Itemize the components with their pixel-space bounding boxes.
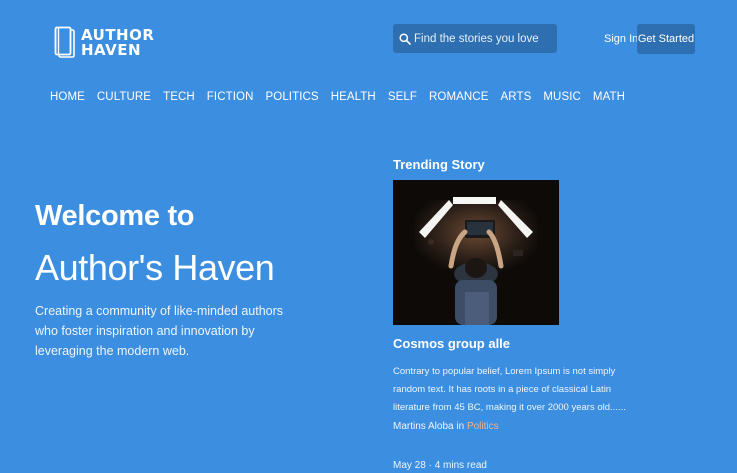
trending-story-meta: May 28 · 4 mins read [393,460,487,471]
story-date: May 28 [393,460,426,471]
nav-item-fiction[interactable]: FICTION [207,91,254,103]
nav-item-arts[interactable]: ARTS [500,91,531,103]
nav-item-tech[interactable]: TECH [163,91,195,103]
nav-item-romance[interactable]: ROMANCE [429,91,488,103]
nav-item-self[interactable]: SELF [388,91,417,103]
meta-separator: · [428,460,432,471]
search-icon [399,32,411,45]
nav-item-health[interactable]: HEALTH [331,91,376,103]
read-time: 4 mins read [434,460,487,471]
search-input[interactable] [414,32,554,45]
nav-item-music[interactable]: MUSIC [543,91,581,103]
hero-title: Author's Haven [35,247,275,288]
trending-story-image[interactable] [393,180,559,325]
logo-text: AUTHOR HAVEN [81,28,154,58]
page: AUTHOR HAVEN Sign In Get Started HOME CU… [0,0,737,473]
book-logo-icon [54,26,75,58]
trending-heading: Trending Story [393,157,485,172]
hero-description: Creating a community of like-minded auth… [35,304,284,358]
logo-line-2: HAVEN [81,41,142,59]
search-bar[interactable] [393,24,557,53]
category-nav: HOME CULTURE TECH FICTION POLITICS HEALT… [50,91,637,103]
hero-welcome-text: Welcome to [35,200,195,232]
nav-item-culture[interactable]: CULTURE [97,91,151,103]
category-link[interactable]: Politics [467,421,499,432]
site-logo[interactable]: AUTHOR HAVEN [54,26,154,60]
trending-story-excerpt: Contrary to popular belief, Lorem Ipsum … [393,366,626,413]
trending-story-title[interactable]: Cosmos group alle [393,336,510,351]
nav-item-home[interactable]: HOME [50,91,85,103]
nav-item-politics[interactable]: POLITICS [266,91,319,103]
nav-item-math[interactable]: MATH [593,91,625,103]
author-name[interactable]: Martins Aloba [393,421,454,432]
trending-story-byline: Martins Aloba in Politics [393,421,499,432]
get-started-button[interactable]: Get Started [637,24,695,54]
byline-in: in [456,421,465,432]
sign-in-link[interactable]: Sign In [604,33,638,45]
